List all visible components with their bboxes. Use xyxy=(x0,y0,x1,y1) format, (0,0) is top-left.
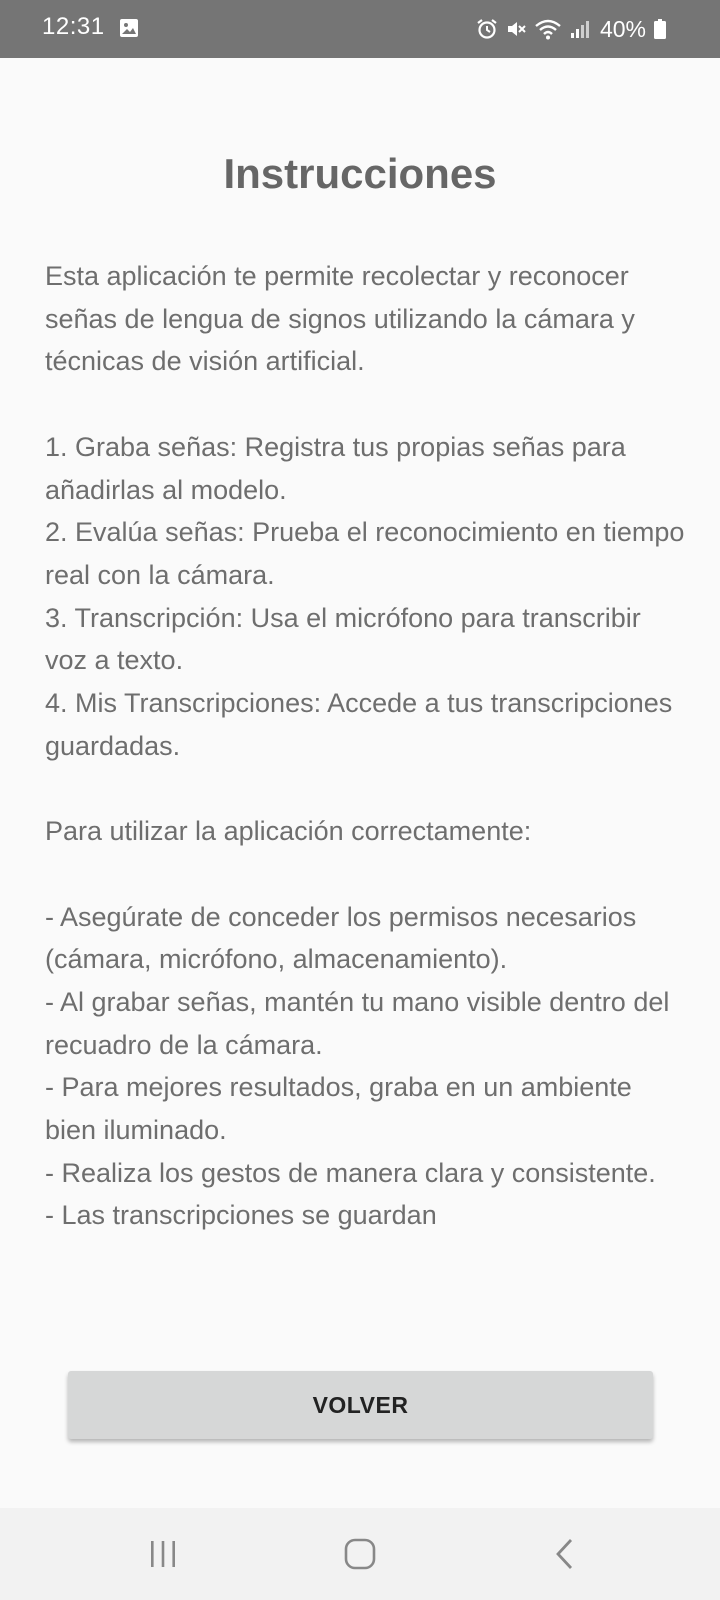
home-icon xyxy=(344,1538,376,1570)
battery-percent: 40% xyxy=(599,15,646,42)
recents-icon xyxy=(151,1541,175,1567)
recents-button[interactable] xyxy=(103,1508,223,1600)
back-button[interactable]: VOLVER xyxy=(68,1371,653,1439)
back-nav-button[interactable] xyxy=(505,1508,625,1600)
mute-icon xyxy=(507,22,526,36)
status-time: 12:31 xyxy=(42,13,105,40)
instructions-scroll-area[interactable]: Esta aplicación te permite recolectar y … xyxy=(45,255,685,1310)
status-bar: 12:31 40% xyxy=(0,0,720,58)
navigation-bar xyxy=(0,1508,720,1600)
page-title: Instrucciones xyxy=(223,150,497,197)
back-icon xyxy=(556,1539,573,1569)
alarm-icon xyxy=(477,19,497,39)
home-button[interactable] xyxy=(300,1508,420,1600)
battery-icon xyxy=(654,19,666,39)
status-icons: 40% xyxy=(476,0,666,58)
signal-icon xyxy=(570,21,589,38)
wifi-icon xyxy=(535,19,561,40)
instructions-text: Esta aplicación te permite recolectar y … xyxy=(45,261,685,1231)
gallery-icon xyxy=(120,19,138,37)
